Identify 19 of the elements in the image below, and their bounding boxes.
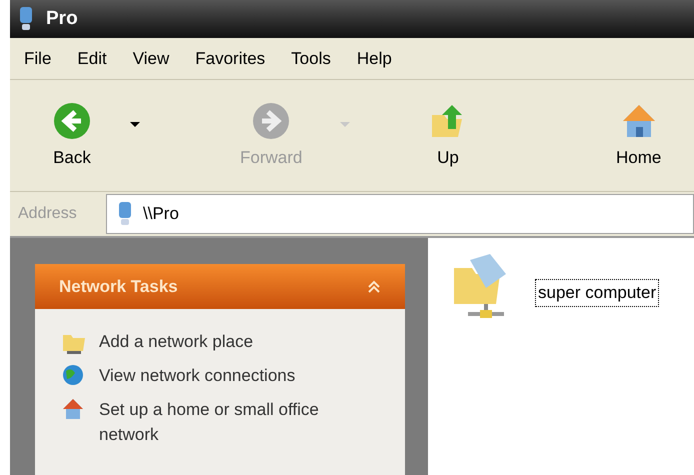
window-title: Pro (46, 6, 78, 31)
address-label: Address (17, 204, 78, 224)
dropdown-caret-icon[interactable] (130, 122, 140, 127)
task-link[interactable]: Set up a home or small office network (99, 397, 329, 447)
back-button[interactable]: Back (44, 96, 100, 174)
up-button[interactable]: Up (420, 96, 476, 174)
menu-item[interactable]: Favorites (195, 46, 266, 72)
home-button[interactable]: Home (608, 96, 670, 174)
collapse-chevron-icon[interactable] (367, 280, 381, 294)
address-field[interactable]: \\Pro (106, 194, 694, 234)
menu-item[interactable]: File (24, 46, 52, 72)
menu-item[interactable]: View (132, 46, 170, 72)
task-link[interactable]: View network connections (99, 363, 329, 388)
task-link[interactable]: Add a network place (99, 329, 329, 354)
menu-item[interactable]: Edit (77, 46, 107, 72)
task-title: Network Tasks (59, 276, 178, 298)
menu-item[interactable]: Tools (291, 46, 331, 72)
menu-item[interactable]: Help (356, 46, 392, 72)
item-label[interactable]: super computer (536, 280, 658, 306)
